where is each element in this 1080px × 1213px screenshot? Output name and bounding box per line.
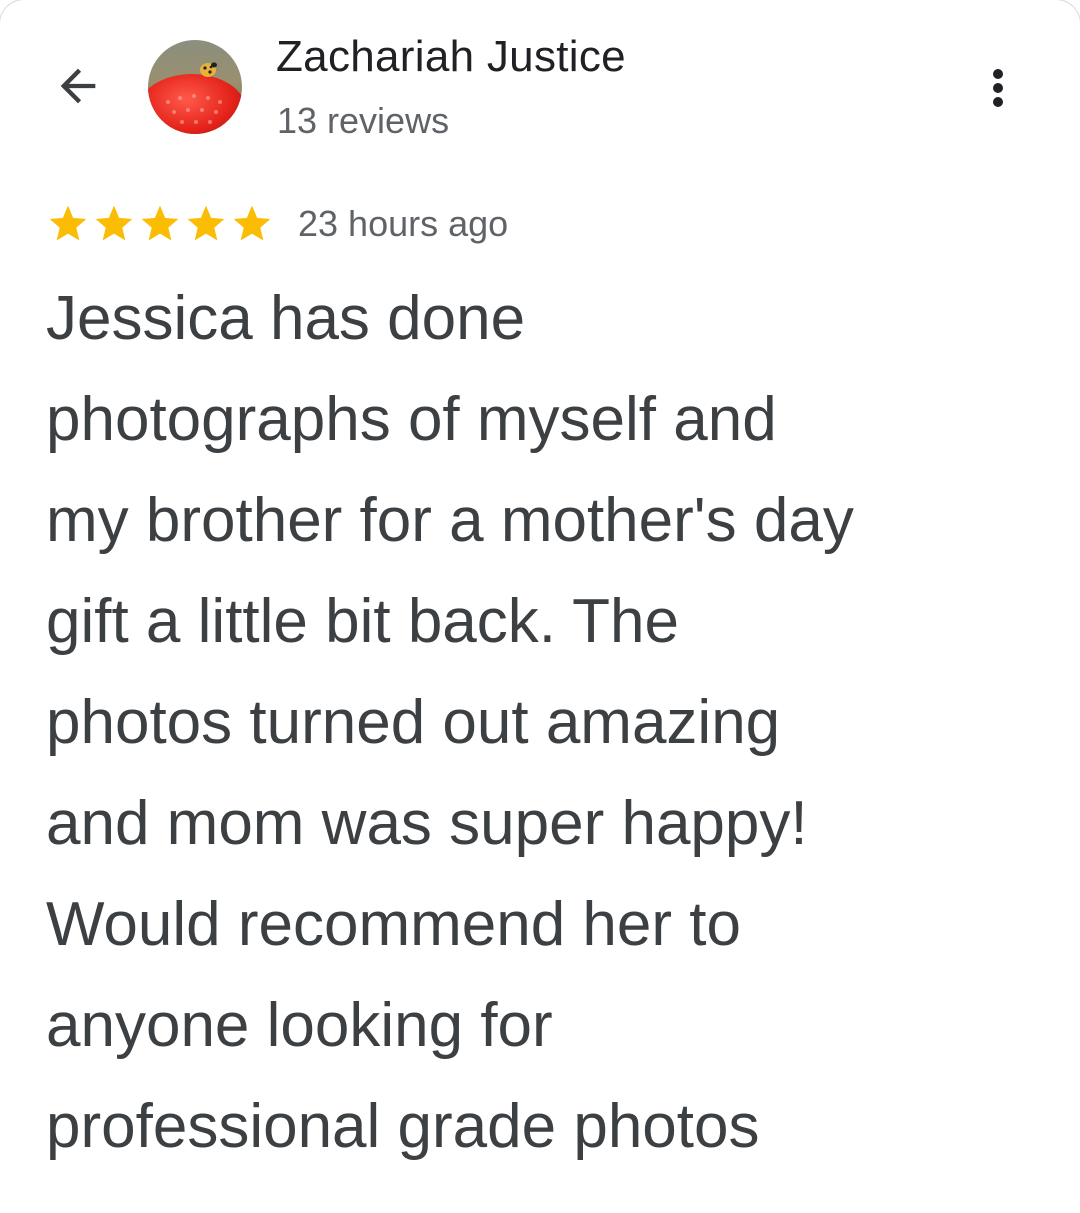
star-icon xyxy=(141,205,179,241)
star-icon xyxy=(187,205,225,241)
review-timestamp: 23 hours ago xyxy=(298,203,509,244)
rating-row: 23 hours ago xyxy=(46,196,508,252)
review-text-line: and mom was super happy! xyxy=(46,789,808,858)
review-text-line: Would recommend her to xyxy=(46,890,741,959)
review-text-line: Jessica has done xyxy=(46,284,526,353)
review-text-line: professional grade photos xyxy=(46,1092,760,1161)
review-text-line: photographs of myself and xyxy=(46,385,777,454)
star-icon xyxy=(95,205,133,241)
star-rating xyxy=(46,202,274,246)
avatar[interactable] xyxy=(148,40,242,134)
more-options-button[interactable] xyxy=(974,60,1022,116)
ladybug-photo-avatar xyxy=(148,40,242,134)
review-card: Zachariah Justice 13 reviews 23 hours ag… xyxy=(0,0,1080,1213)
review-text-line: my brother for a mother's day xyxy=(46,486,854,555)
review-text-line: gift a little bit back. The xyxy=(46,587,679,656)
review-text: Jessica has done photographs of myself an… xyxy=(46,268,1046,1177)
more-vertical-icon xyxy=(993,69,1003,107)
review-text-line: anyone looking for xyxy=(46,991,553,1060)
arrow-back-icon xyxy=(60,68,96,104)
star-icon xyxy=(233,205,271,241)
review-count: 13 reviews xyxy=(277,100,450,141)
back-button[interactable] xyxy=(50,58,106,114)
review-text-line: photos turned out amazing xyxy=(46,688,781,757)
star-icon xyxy=(49,205,87,241)
reviewer-name[interactable]: Zachariah Justice xyxy=(276,32,626,82)
